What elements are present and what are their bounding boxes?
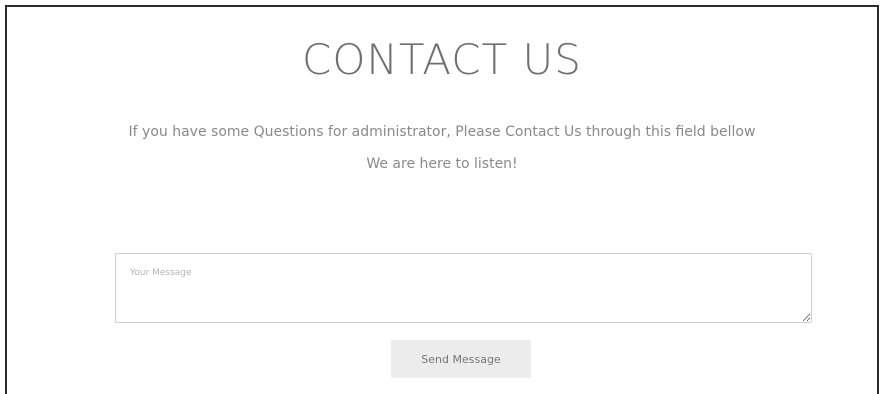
intro-text: If you have some Questions for administr…: [128, 124, 756, 140]
page-title: CONTACT US: [302, 35, 582, 84]
subtext: We are here to listen!: [366, 156, 518, 172]
message-input[interactable]: [115, 253, 812, 323]
contact-panel: CONTACT US If you have some Questions fo…: [5, 5, 879, 394]
send-message-button[interactable]: Send Message: [391, 340, 531, 378]
